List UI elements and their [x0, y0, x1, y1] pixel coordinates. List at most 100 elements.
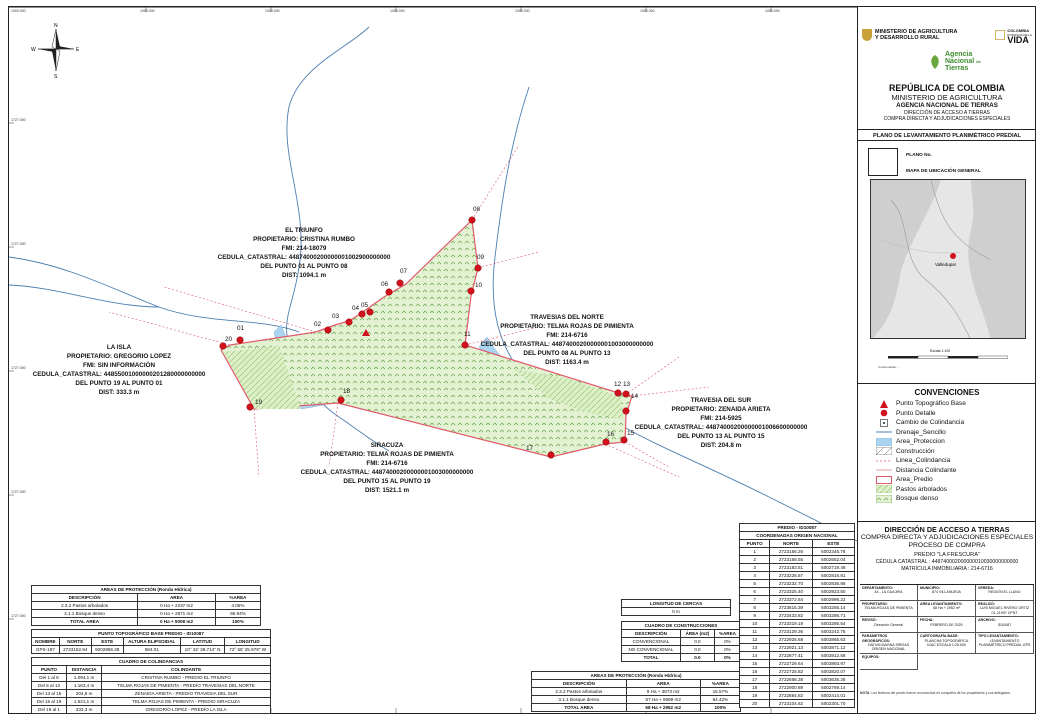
table-cell: 5003635.28 — [811, 675, 856, 684]
table-cell: GREGORIO LOPEZ - PREDIO LA ISLA — [101, 705, 271, 714]
point-label-19: 19 — [255, 399, 263, 406]
legend-item: Drenaje_Sencillo — [876, 428, 1036, 438]
neighbor-fmi: FMI: 214-6716 — [366, 460, 408, 467]
plan-title: PLANO DE LEVANTAMIENTO PLANIMÉTRICO PRED… — [873, 133, 1021, 139]
column-header: DESCRIPCIÓN — [621, 629, 681, 638]
legend-label: Pastos arbolados — [896, 485, 947, 493]
table-total-row: TOTAL AREA 68 Ha + 2952 m2 100% — [531, 703, 742, 712]
column-header: ESTE — [811, 539, 856, 548]
detail-point-04[interactable] — [358, 310, 366, 318]
table-cell: 68 Ha + 2952 m2 — [625, 703, 701, 712]
title-block-cell: PROPIETARIO: TELMA ROJAS DE PIMIENTA — [860, 601, 918, 618]
neighbor-owner: PROPIETARIO: TELMA ROJAS DE PIMIENTA — [500, 323, 634, 330]
column-header: DESCRIPCIÓN — [531, 679, 627, 688]
legend-label: Area_Predio — [896, 476, 933, 484]
table-cell: Del 1 al 8 — [30, 673, 68, 682]
table-caption: CUADRO DE COLINDANCIAS — [31, 657, 271, 666]
tick-left-2: 1727.000 — [11, 242, 26, 246]
detail-point-01[interactable] — [236, 336, 244, 344]
detail-point-11[interactable] — [461, 341, 469, 349]
table-cell: 2722900.89 — [769, 683, 813, 692]
colombia-logo: COLOMBIA POTENCIA DE LA VIDA — [995, 28, 1032, 44]
legend-item: Punto Topográfico Base — [876, 399, 1036, 409]
coordinate-note: Coordenadas... — [878, 365, 899, 369]
table-row: 7 2723372.64 5002996.22 — [738, 595, 856, 604]
point-label-15: 15 — [627, 430, 635, 437]
neighbor-name: SIRACUZA — [371, 442, 404, 449]
legend-title: CONVENCIONES — [914, 388, 980, 397]
detail-point-13[interactable] — [622, 390, 630, 398]
table-cell: 5003286.54 — [811, 619, 856, 628]
detail-point-09[interactable] — [474, 264, 482, 272]
detail-point-17[interactable] — [547, 451, 555, 459]
table-cell: Del 19 al 1 — [30, 705, 68, 714]
table-cell: 2722725.82 — [769, 667, 813, 676]
column-header: %AREA — [713, 629, 742, 638]
table-cell: 1 — [738, 547, 771, 556]
table-cell: 2722921.13 — [769, 643, 813, 652]
neighbor-distance: DIST: 1521.1 m — [365, 487, 410, 494]
neighbor-cedula: CEDULA_CATASTRAL: 4487400020000000100660… — [635, 424, 808, 431]
table-cell: TOTAL AREA — [30, 617, 139, 626]
neighbor-name: TRAVESIAS DEL NORTE — [530, 314, 604, 321]
neighbor-owner: PROPIETARIO: CRISTINA RUMBO — [253, 236, 355, 243]
table-cell: 0 Ha + 5008 m2 — [137, 617, 216, 626]
tick-top-5: 1000.000 — [515, 9, 530, 13]
detail-point-19[interactable] — [246, 403, 254, 411]
table-cell: 5003265.14 — [811, 603, 856, 612]
title-block-cell-value: LUIS MIGUEL RIVERO ORTIZ 01-21997 CPNT — [979, 606, 1030, 615]
table-cell: 5002346.78 — [811, 547, 856, 556]
ant-logo-line-2: Nacional — [945, 58, 975, 65]
map-canvas[interactable]: 1000.000 1000.000 1000.000 1000.000 1000… — [8, 6, 858, 714]
table-cell: 5002652.04 — [811, 555, 856, 564]
title-block-cell: PARÁMETROS GEOGRÁFICOS: DATUM MAGNA SIRGA… — [860, 633, 918, 654]
table-row: 19 2722884.82 5002414.01 — [738, 691, 856, 700]
legend-item: Punto Detalle — [876, 409, 1036, 419]
detail-point-14[interactable] — [622, 407, 630, 415]
table-row: Del 1 al 8 1.094,1 m CRISTINA RUMBO - PRED… — [30, 673, 271, 682]
table-cell: 5003893.97 — [811, 659, 856, 668]
detail-point-16[interactable] — [602, 438, 610, 446]
detail-point-15[interactable] — [620, 436, 628, 444]
detail-point-18[interactable] — [337, 396, 345, 404]
ministry-logo-text: MINISTERIO DE AGRICULTURA Y DESARROLLO R… — [875, 29, 958, 41]
detail-point-08[interactable] — [468, 216, 476, 224]
detail-point-20[interactable] — [219, 342, 227, 350]
location-map: Valledupar — [870, 179, 1026, 339]
title-panel: MINISTERIO DE AGRICULTURA Y DESARROLLO R… — [857, 7, 1036, 713]
ant-logo-de: de — [976, 59, 981, 64]
neighbor-name: EL TRIUNFO — [285, 227, 323, 234]
detail-point-07[interactable] — [396, 279, 404, 287]
table-row: 17 2722668.38 5003635.28 — [738, 675, 856, 684]
east-label: E — [76, 47, 80, 53]
point-label-01: 01 — [237, 325, 245, 332]
table-row: Del 19 al 1 333,3 m GREGORIO LOPEZ - PREDI… — [30, 705, 271, 714]
table-cell: 2723319.19 — [769, 619, 813, 628]
title-block-cell-value: 874 VILLANUEVA — [932, 590, 961, 595]
title-block-cell-value: 68 Ha + 2952 m² — [933, 606, 960, 611]
north-label: N — [54, 23, 58, 29]
tick-left-4: 1727.000 — [11, 490, 26, 494]
neighbor-owner: PROPIETARIO: GREGORIO LOPEZ — [67, 353, 171, 360]
detail-point-03[interactable] — [345, 318, 353, 326]
detail-point-02[interactable] — [324, 326, 332, 334]
point-label-03: 03 — [332, 313, 340, 320]
ant-logo: Agencia Nacional de Tierras — [928, 51, 981, 72]
neighbor-distance: DIST: 1094.1 m — [282, 272, 327, 279]
solid-line-icon — [876, 469, 892, 471]
coordinates-table: PREDIO - ID10087 COORDENADAS ORIGEN NACI… — [738, 523, 856, 708]
table-cell: 5002414.01 — [811, 691, 856, 700]
detail-point-06[interactable] — [385, 288, 393, 296]
table-caption: AREAS DE PROTECCIÓN (Ronda Hídrica) — [31, 585, 261, 594]
neighbor-segment: DEL PUNTO 13 AL PUNTO 15 — [677, 433, 765, 440]
pasture-icon — [876, 485, 892, 494]
table-cell: CRISTINA RUMBO - PREDIO EL TRIUNFO — [101, 673, 271, 682]
location-marker-icon — [950, 253, 956, 259]
table-cell: 17 — [738, 675, 771, 684]
detail-point-10[interactable] — [467, 287, 475, 295]
legend-item: Area_Predio — [876, 475, 1036, 485]
drain-line-icon — [876, 431, 892, 433]
title-block-cell: DEPARTAMENTO: 44 - LA GUAJIRA — [860, 585, 918, 601]
detail-point-05[interactable] — [366, 308, 374, 316]
detail-point-12[interactable] — [614, 389, 622, 397]
